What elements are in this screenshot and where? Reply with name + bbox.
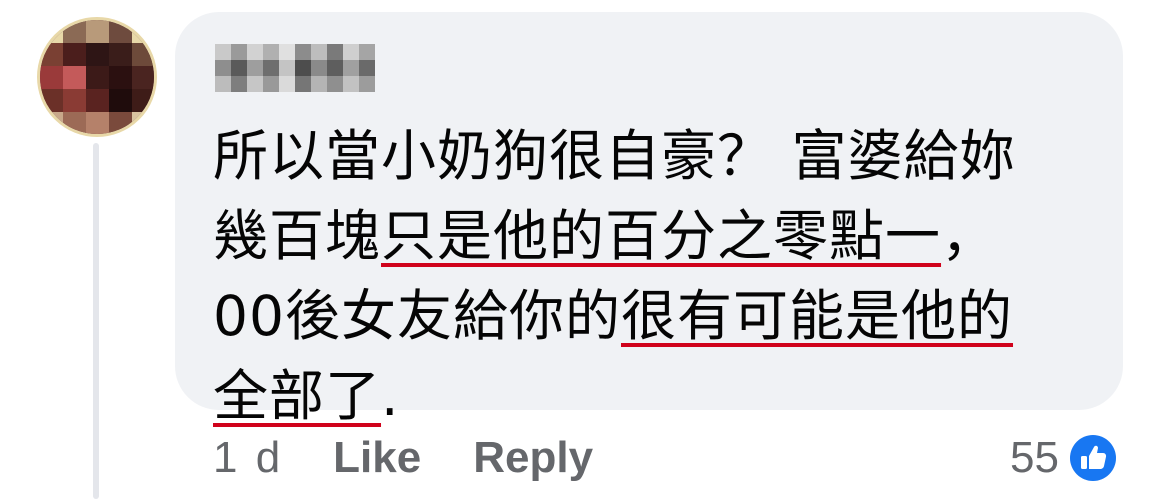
reaction-summary[interactable]: 55 — [1010, 428, 1119, 488]
pixelated-avatar-image — [40, 20, 154, 134]
text-segment: 00後女友給你的 — [213, 284, 621, 348]
author-name[interactable] — [215, 44, 375, 92]
comment-text-line: 00後女友給你的很有可能是他的 — [213, 276, 1103, 356]
underlined-text-segment: 只是他的百分之零點一 — [381, 204, 942, 268]
avatar[interactable] — [37, 17, 157, 137]
text-segment: 所以當小奶狗很自豪？ 富婆給妳 — [213, 124, 1016, 188]
thumbs-up-svg — [1069, 435, 1116, 481]
comment-bubble: 所以當小奶狗很自豪？ 富婆給妳 幾百塊只是他的百分之零點一， 00後女友給你的很有可… — [175, 12, 1123, 428]
thumbs-up-icon — [1066, 432, 1119, 484]
text-segment: 幾百塊 — [213, 204, 382, 268]
comment-timestamp[interactable]: 1 d — [213, 433, 283, 483]
comment-text: 所以當小奶狗很自豪？ 富婆給妳 幾百塊只是他的百分之零點一， 00後女友給你的很有可… — [213, 116, 1103, 436]
comment-text-line: 幾百塊只是他的百分之零點一， — [213, 196, 1103, 276]
reply-button[interactable]: Reply — [473, 433, 593, 483]
underlined-text-segment: 全部了 — [213, 364, 382, 428]
text-segment: . — [381, 364, 400, 428]
reaction-count: 55 — [1010, 433, 1059, 482]
comment-text-line: 所以當小奶狗很自豪？ 富婆給妳 — [213, 116, 1103, 196]
comment-actions: 1 d Like Reply — [213, 428, 645, 488]
text-segment: ， — [941, 204, 998, 268]
pixelated-author-name — [215, 44, 375, 92]
comment-text-line: 全部了. — [213, 356, 1103, 436]
like-button[interactable]: Like — [333, 433, 421, 483]
underlined-text-segment: 很有可能是他的 — [621, 284, 1014, 348]
thread-line — [93, 143, 99, 499]
